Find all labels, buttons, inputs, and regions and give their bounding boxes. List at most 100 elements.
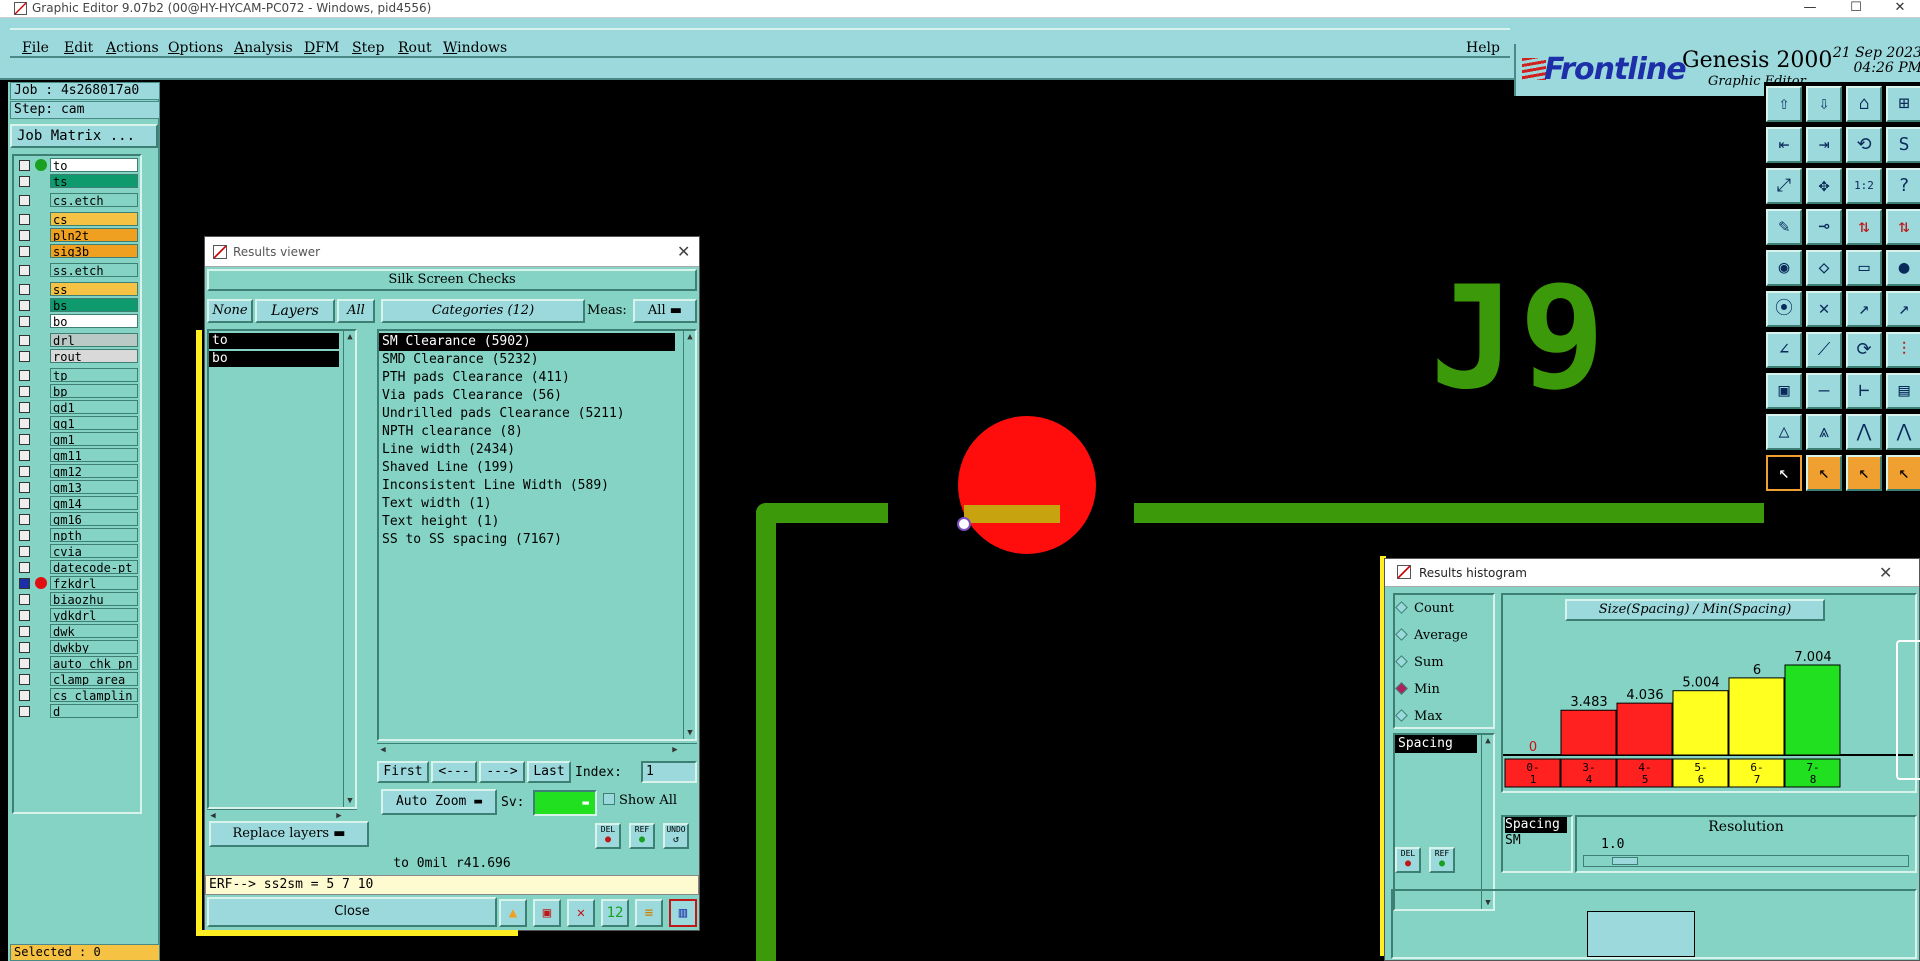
layer-checkbox[interactable] — [19, 498, 30, 509]
close-icon[interactable]: ✕ — [1879, 563, 1892, 582]
layer-checkbox[interactable] — [19, 610, 30, 621]
layer-name[interactable]: biaozhu — [50, 592, 138, 606]
layer-name[interactable]: dwk — [50, 624, 138, 638]
scroll-down-icon[interactable]: ▼ — [344, 795, 355, 807]
layer-checkbox[interactable] — [19, 706, 30, 717]
layer-row-cs_clamplin[interactable]: cs_clamplin — [16, 688, 140, 702]
layer-checkbox[interactable] — [19, 214, 30, 225]
layer-row-tp[interactable]: tp — [16, 368, 140, 382]
sv-color-dropdown[interactable]: ▬ — [533, 790, 597, 816]
layer-checkbox[interactable] — [19, 418, 30, 429]
layer-checkbox[interactable] — [19, 658, 30, 669]
layer-checkbox[interactable] — [19, 674, 30, 685]
layer-checkbox[interactable] — [19, 450, 30, 461]
layer-row-datecode-pt[interactable]: datecode-pt — [16, 560, 140, 574]
replace-layers-dropdown[interactable]: Replace layers ▬ — [209, 821, 369, 847]
s-icon[interactable]: S — [1886, 127, 1920, 163]
scale-icon[interactable]: 1:2 — [1846, 168, 1882, 204]
layer-result-item[interactable]: bo — [209, 351, 339, 367]
pad-icon[interactable]: ◉ — [1766, 250, 1802, 286]
layer-row-ss.etch[interactable]: ss.etch — [16, 263, 140, 277]
layer-name[interactable]: dwkby — [50, 640, 138, 654]
layer-name[interactable]: cs — [50, 212, 138, 226]
arc-icon[interactable]: ⟳ — [1846, 332, 1882, 368]
cross-icon[interactable]: ✕ — [1806, 291, 1842, 327]
pan-left-icon[interactable]: ⇤ — [1766, 127, 1802, 163]
layer-row-gd1[interactable]: gd1 — [16, 400, 140, 414]
rotate-icon[interactable]: ⟲ — [1846, 127, 1882, 163]
layer-row-sig3b[interactable]: sig3b — [16, 244, 140, 258]
layer-checkbox[interactable] — [19, 335, 30, 346]
auto-zoom-dropdown[interactable]: Auto Zoom ▬ — [381, 789, 497, 815]
angle-icon[interactable]: ∠ — [1766, 332, 1802, 368]
layer-name[interactable]: drl — [50, 333, 138, 347]
layer-name[interactable]: clamp_area — [50, 672, 138, 686]
grid-icon[interactable]: ⊞ — [1886, 86, 1920, 122]
scroll-down-icon[interactable]: ▼ — [684, 727, 695, 739]
menu-options[interactable]: Options — [168, 40, 223, 56]
radio-icon[interactable] — [1395, 682, 1408, 695]
layer-name[interactable]: datecode-pt — [50, 560, 138, 574]
layer-row-bo[interactable]: bo — [16, 314, 140, 328]
category-item[interactable]: Shaved Line (199) — [379, 459, 675, 477]
layer-list-scrollbar[interactable]: ▲ ▼ — [343, 331, 355, 807]
undo-button[interactable]: UNDO ↺ — [663, 823, 689, 849]
spacing-list-item[interactable]: Spacing — [1395, 735, 1477, 753]
swap-icon[interactable]: ⇅ — [1846, 209, 1882, 245]
none-button[interactable]: None — [207, 299, 253, 323]
rect-icon[interactable]: ▭ — [1846, 250, 1882, 286]
layer-row-pln2t[interactable]: pln2t — [16, 228, 140, 242]
layer-name[interactable]: gm1 — [50, 432, 138, 446]
swap2-icon[interactable]: ⇅ — [1886, 209, 1920, 245]
probe-icon[interactable]: ⊸ — [1806, 209, 1842, 245]
refresh-button[interactable]: REF ● — [629, 823, 655, 849]
layer-name[interactable]: ss — [50, 282, 138, 296]
scroll-up-icon[interactable]: ▲ — [684, 331, 695, 343]
layer-row-dwkby[interactable]: dwkby — [16, 640, 140, 654]
histogram-refresh-button[interactable]: REF ● — [1429, 847, 1455, 873]
home-icon[interactable]: ⌂ — [1846, 86, 1882, 122]
layer-row-rout[interactable]: rout — [16, 349, 140, 363]
layer-checkbox[interactable] — [19, 482, 30, 493]
pen-icon[interactable]: ✎ — [1766, 209, 1802, 245]
layer-name[interactable]: ss.etch — [50, 263, 138, 277]
layer-checkbox[interactable] — [19, 160, 30, 171]
radio-icon[interactable] — [1395, 628, 1408, 641]
resolution-slider[interactable] — [1583, 855, 1909, 867]
menu-step[interactable]: Step — [352, 40, 384, 56]
scroll-left-icon[interactable]: ◀ — [377, 744, 389, 756]
layer-row-ydkdrl[interactable]: ydkdrl — [16, 608, 140, 622]
layer-name[interactable]: gm13 — [50, 480, 138, 494]
layer-row-ss[interactable]: ss — [16, 282, 140, 296]
triangle-icon[interactable]: △ — [1766, 414, 1802, 450]
target-icon[interactable]: ⦿ — [1766, 291, 1802, 327]
layer-checkbox[interactable] — [19, 514, 30, 525]
layer-name[interactable]: fzkdrl — [50, 576, 138, 590]
all-button[interactable]: All — [337, 299, 375, 323]
category-item[interactable]: Via pads Clearance (56) — [379, 387, 675, 405]
layer-checkbox[interactable] — [19, 386, 30, 397]
layer-checkbox[interactable] — [19, 594, 30, 605]
layer-row-gm14[interactable]: gm14 — [16, 496, 140, 510]
layer-results-list[interactable]: to bo ▲ ▼ — [207, 329, 357, 809]
stat-option-sum[interactable]: Sum — [1395, 655, 1444, 670]
layer-checkbox[interactable] — [19, 690, 30, 701]
layer-row-biaozhu[interactable]: biaozhu — [16, 592, 140, 606]
layer-checkbox[interactable] — [19, 351, 30, 362]
layer-checkbox[interactable] — [19, 402, 30, 413]
stat-option-min[interactable]: Min — [1395, 682, 1440, 697]
arrow-icon[interactable]: ↗ — [1846, 291, 1882, 327]
stat-option-count[interactable]: Count — [1395, 601, 1454, 616]
layer-name[interactable]: gm11 — [50, 448, 138, 462]
line-icon[interactable]: ⟋ — [1806, 332, 1842, 368]
layer-name[interactable]: d — [50, 704, 138, 718]
layer-row-dwk[interactable]: dwk — [16, 624, 140, 638]
layer-name[interactable]: ts — [50, 174, 138, 188]
fit-icon[interactable]: ⤢ — [1766, 168, 1802, 204]
layer-name[interactable]: rout — [50, 349, 138, 363]
layer-row-drl[interactable]: drl — [16, 333, 140, 347]
layer-row-npth[interactable]: npth — [16, 528, 140, 542]
category-item[interactable]: Undrilled pads Clearance (5211) — [379, 405, 675, 423]
pan-right-icon[interactable]: ⇥ — [1806, 127, 1842, 163]
layer-checkbox[interactable] — [19, 370, 30, 381]
